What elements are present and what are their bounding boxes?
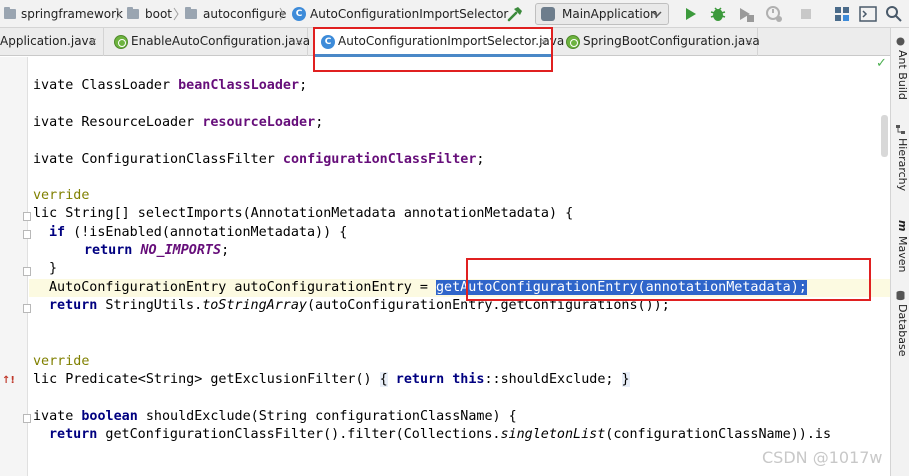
database-tool-button[interactable]: Database: [892, 304, 909, 357]
tab-application[interactable]: Application.java ×: [0, 28, 104, 56]
tab-spring-boot-configuration[interactable]: SpringBootConfiguration.java ×: [556, 28, 760, 56]
navigation-bar: springframework boot autoconfigure C Aut…: [0, 0, 909, 28]
stop-icon[interactable]: [796, 4, 816, 24]
editor-scrollbar-thumb[interactable]: [881, 115, 888, 157]
watermark: CSDN @1017w: [762, 448, 883, 467]
debug-icon[interactable]: [708, 4, 728, 24]
class-icon: C: [321, 35, 335, 49]
inspection-ok-icon[interactable]: ✓: [876, 57, 890, 71]
selected-text: getAutoConfigurationEntry(annotationMeta…: [435, 280, 807, 295]
tab-enable-auto-configuration[interactable]: EnableAutoConfiguration.java ×: [104, 28, 311, 56]
maven-tool-button[interactable]: Maven: [892, 236, 909, 272]
terminal-icon[interactable]: [858, 4, 878, 24]
hierarchy-tool-button[interactable]: Hierarchy: [892, 138, 909, 191]
code-line: return getConfigurationClassFilter().fil…: [49, 427, 832, 442]
editor-tab-bar: Application.java × EnableAutoConfigurati…: [0, 28, 890, 57]
code-line: return NO_IMPORTS;: [84, 243, 230, 258]
tab-label: EnableAutoConfiguration.java: [131, 34, 311, 48]
fold-marker-icon[interactable]: [23, 230, 31, 239]
code-line: ivate ClassLoader beanClassLoader;: [33, 78, 308, 93]
code-line: ivate boolean shouldExclude(String confi…: [33, 409, 517, 424]
override-gutter-icon[interactable]: ↑!: [2, 375, 16, 387]
code-line: ivate ConfigurationClassFilter configura…: [33, 152, 485, 167]
fold-marker-icon[interactable]: [23, 212, 31, 221]
class-icon: C: [292, 7, 306, 21]
fold-marker-icon[interactable]: [23, 414, 31, 423]
close-icon[interactable]: ×: [744, 28, 754, 55]
build-hammer-icon[interactable]: [505, 4, 525, 24]
chevron-right-icon: [279, 7, 285, 21]
run-configuration-label: MainApplication: [562, 7, 658, 21]
run-config-icon: [541, 7, 555, 21]
tab-auto-configuration-import-selector[interactable]: C AutoConfigurationImportSelector.java ×: [313, 28, 564, 57]
code-line: }: [49, 261, 58, 276]
annotation-line: verride: [33, 354, 90, 369]
code-line: ivate ResourceLoader resourceLoader;: [33, 115, 324, 130]
code-editor[interactable]: ↑! ivate ClassLoader beanClassLoader; iv…: [0, 57, 890, 476]
code-line: return StringUtils.toStringArray(autoCon…: [49, 298, 670, 313]
ant-build-tool-button[interactable]: Ant Build: [892, 50, 909, 100]
annotation-line: verride: [33, 188, 90, 203]
chevron-right-icon: [115, 7, 121, 21]
breadcrumb-springframework[interactable]: springframework: [21, 0, 123, 28]
spring-icon: [566, 35, 580, 49]
run-configuration-dropdown[interactable]: MainApplication: [535, 3, 669, 25]
maven-icon: m: [896, 220, 909, 232]
folder-icon: [185, 7, 197, 19]
profiler-icon[interactable]: [764, 4, 784, 24]
folder-icon: [127, 7, 139, 19]
code-line: lic String[] selectImports(AnnotationMet…: [33, 206, 574, 221]
run-icon[interactable]: [680, 4, 700, 24]
close-icon[interactable]: ×: [294, 28, 304, 55]
close-icon[interactable]: ×: [539, 28, 549, 55]
folder-icon: [4, 7, 16, 19]
tab-label: SpringBootConfiguration.java: [583, 34, 760, 48]
current-code-line: AutoConfigurationEntry autoConfiguration…: [49, 280, 807, 295]
close-icon[interactable]: ×: [88, 28, 98, 55]
breadcrumb-boot[interactable]: boot: [145, 0, 172, 28]
tab-label: AutoConfigurationImportSelector.java: [338, 34, 565, 48]
chevron-right-icon: [173, 7, 179, 21]
code-line: lic Predicate<String> getExclusionFilter…: [33, 372, 630, 387]
right-tool-strip: Ant Build Hierarchy m Maven Database: [890, 28, 909, 476]
project-structure-icon[interactable]: [832, 4, 852, 24]
database-icon: [896, 290, 905, 301]
code-line: if (!isEnabled(annotationMetadata)) {: [49, 225, 348, 240]
hierarchy-icon: [896, 125, 905, 134]
chevron-down-icon: [652, 11, 662, 18]
fold-marker-icon[interactable]: [23, 304, 31, 313]
breadcrumb-class[interactable]: AutoConfigurationImportSelector: [310, 0, 508, 28]
fold-marker-icon[interactable]: [23, 267, 31, 276]
tab-label: Application.java: [0, 34, 97, 48]
breadcrumb-autoconfigure[interactable]: autoconfigure: [203, 0, 286, 28]
run-with-coverage-icon[interactable]: [736, 4, 756, 24]
ant-icon: [896, 37, 905, 46]
search-everywhere-icon[interactable]: [884, 4, 904, 24]
spring-icon: [114, 35, 128, 49]
